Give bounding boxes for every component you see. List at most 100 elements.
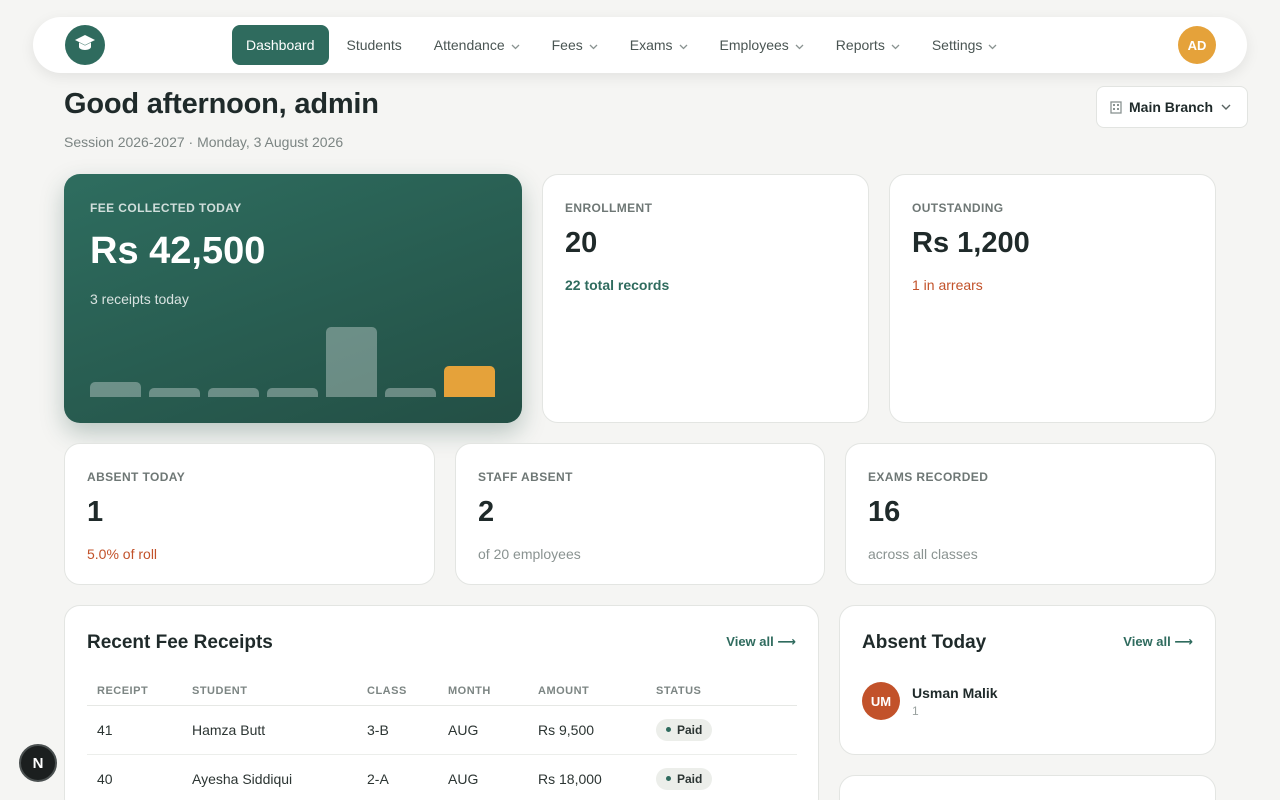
outstanding-card: OUTSTANDING Rs 1,200 1 in arrears <box>889 174 1216 423</box>
fee-bar <box>149 388 200 397</box>
cell-status: Paid <box>646 754 797 800</box>
cell-student: Ayesha Siddiqui <box>182 754 357 800</box>
graduation-cap-icon <box>74 34 96 57</box>
cell-class: 2-A <box>357 754 438 800</box>
nav-item-reports[interactable]: Reports <box>822 25 914 65</box>
secondary-panel <box>839 775 1216 800</box>
nav-item-fees[interactable]: Fees <box>538 25 612 65</box>
absent-today-panel: Absent Today View all ⟶ UM Usman Malik 1 <box>839 605 1216 755</box>
column-header: RECEIPT <box>87 678 182 706</box>
column-header: STUDENT <box>182 678 357 706</box>
enrollment-label: ENROLLMENT <box>565 201 653 215</box>
cell-amount: Rs 9,500 <box>528 705 646 755</box>
nav-item-label: Reports <box>835 37 885 53</box>
logo[interactable] <box>65 25 105 65</box>
column-header: MONTH <box>438 678 528 706</box>
nav-item-label: Employees <box>719 37 789 53</box>
cell-student: Hamza Butt <box>182 705 357 755</box>
column-header: STATUS <box>646 678 797 706</box>
absent-today-label: ABSENT TODAY <box>87 470 186 484</box>
absent-today-card: ABSENT TODAY 1 5.0% of roll <box>64 443 435 585</box>
chevron-down-icon <box>1221 104 1231 110</box>
fee-bar <box>267 388 318 397</box>
column-header: AMOUNT <box>528 678 646 706</box>
outstanding-label: OUTSTANDING <box>912 201 1004 215</box>
recent-receipts-title: Recent Fee Receipts <box>87 632 273 653</box>
enrollment-card: ENROLLMENT 20 22 total records <box>542 174 869 423</box>
staff-absent-card: STAFF ABSENT 2 of 20 employees <box>455 443 825 585</box>
staff-absent-label: STAFF ABSENT <box>478 470 573 484</box>
nav-item-employees[interactable]: Employees <box>706 25 818 65</box>
fee-bar-chart <box>90 319 496 397</box>
nav-item-label: Students <box>346 37 402 53</box>
status-dot-icon <box>666 727 671 732</box>
nav-item-exams[interactable]: Exams <box>616 25 702 65</box>
branch-label: Main Branch <box>1129 99 1214 115</box>
dev-tools-button[interactable]: N <box>19 744 57 782</box>
fee-bar <box>444 366 495 397</box>
absent-student-name: Usman Malik <box>912 684 998 701</box>
fee-bar <box>208 388 259 397</box>
chevron-down-icon <box>589 37 598 53</box>
cell-status: Paid <box>646 705 797 755</box>
receipts-view-all-link[interactable]: View all ⟶ <box>726 634 796 650</box>
exams-recorded-sub: across all classes <box>868 546 978 562</box>
fee-bar <box>90 382 141 397</box>
page-title: Good afternoon, admin <box>64 88 379 120</box>
nav-item-label: Fees <box>551 37 583 53</box>
exams-recorded-label: EXAMS RECORDED <box>868 470 989 484</box>
absent-list-item[interactable]: UM Usman Malik 1 <box>862 682 998 720</box>
receipts-table: RECEIPT STUDENT CLASS MONTH AMOUNT STATUS 41 H… <box>87 678 797 800</box>
arrow-right-icon: ⟶ <box>777 634 796 649</box>
top-nav: Dashboard Students Attendance Fees Exams Empl… <box>33 17 1247 73</box>
nav-item-students[interactable]: Students <box>333 25 416 65</box>
user-avatar[interactable]: AD <box>1178 26 1216 64</box>
cell-receipt: 41 <box>87 705 182 755</box>
nav-menu: Dashboard Students Attendance Fees Exams Empl… <box>232 25 1015 65</box>
nav-item-attendance[interactable]: Attendance <box>420 25 534 65</box>
nav-item-settings[interactable]: Settings <box>918 25 1012 65</box>
chevron-down-icon <box>511 37 520 53</box>
status-badge: Paid <box>656 767 713 790</box>
chevron-down-icon <box>891 37 900 53</box>
cell-class: 3-B <box>357 705 438 755</box>
session-info: Session 2026-2027 · Monday, 3 August 202… <box>64 134 344 150</box>
nav-item-label: Exams <box>629 37 673 53</box>
arrow-right-icon: ⟶ <box>1174 634 1193 649</box>
absent-student-roll: 1 <box>912 703 919 718</box>
cell-receipt: 40 <box>87 754 182 800</box>
cell-amount: Rs 18,000 <box>528 754 646 800</box>
enrollment-value: 20 <box>565 227 598 259</box>
avatar: UM <box>862 682 900 720</box>
table-row[interactable]: 40 Ayesha Siddiqui 2-A AUG Rs 18,000 Paid <box>87 754 797 800</box>
enrollment-sub: 22 total records <box>565 277 670 293</box>
fee-collected-card: FEE COLLECTED TODAY Rs 42,500 3 receipts… <box>64 174 522 423</box>
nav-item-label: Attendance <box>433 37 505 53</box>
fee-collected-value: Rs 42,500 <box>90 230 266 272</box>
recent-receipts-panel: Recent Fee Receipts View all ⟶ RECEIPT ST… <box>64 605 819 800</box>
exams-recorded-card: EXAMS RECORDED 16 across all classes <box>845 443 1216 585</box>
table-row[interactable]: 41 Hamza Butt 3-B AUG Rs 9,500 Paid <box>87 705 797 755</box>
outstanding-sub: 1 in arrears <box>912 277 983 293</box>
absent-today-title: Absent Today <box>862 632 987 653</box>
status-dot-icon <box>666 776 671 781</box>
absent-today-sub: 5.0% of roll <box>87 546 158 562</box>
nav-item-dashboard[interactable]: Dashboard <box>232 25 329 65</box>
cell-month: AUG <box>438 705 528 755</box>
fee-collected-sub: 3 receipts today <box>90 291 189 307</box>
branch-selector[interactable]: Main Branch <box>1096 86 1248 128</box>
status-badge: Paid <box>656 718 713 741</box>
chevron-down-icon <box>679 37 688 53</box>
absent-view-all-link[interactable]: View all ⟶ <box>1123 634 1193 650</box>
nav-item-label: Dashboard <box>246 37 315 53</box>
column-header: CLASS <box>357 678 438 706</box>
fee-collected-label: FEE COLLECTED TODAY <box>90 201 242 215</box>
fee-bar <box>385 388 436 397</box>
chevron-down-icon <box>988 37 997 53</box>
exams-recorded-value: 16 <box>868 496 901 528</box>
absent-today-value: 1 <box>87 496 104 528</box>
outstanding-value: Rs 1,200 <box>912 227 1030 259</box>
staff-absent-sub: of 20 employees <box>478 546 581 562</box>
building-icon <box>1109 100 1123 114</box>
fee-bar <box>326 327 377 397</box>
